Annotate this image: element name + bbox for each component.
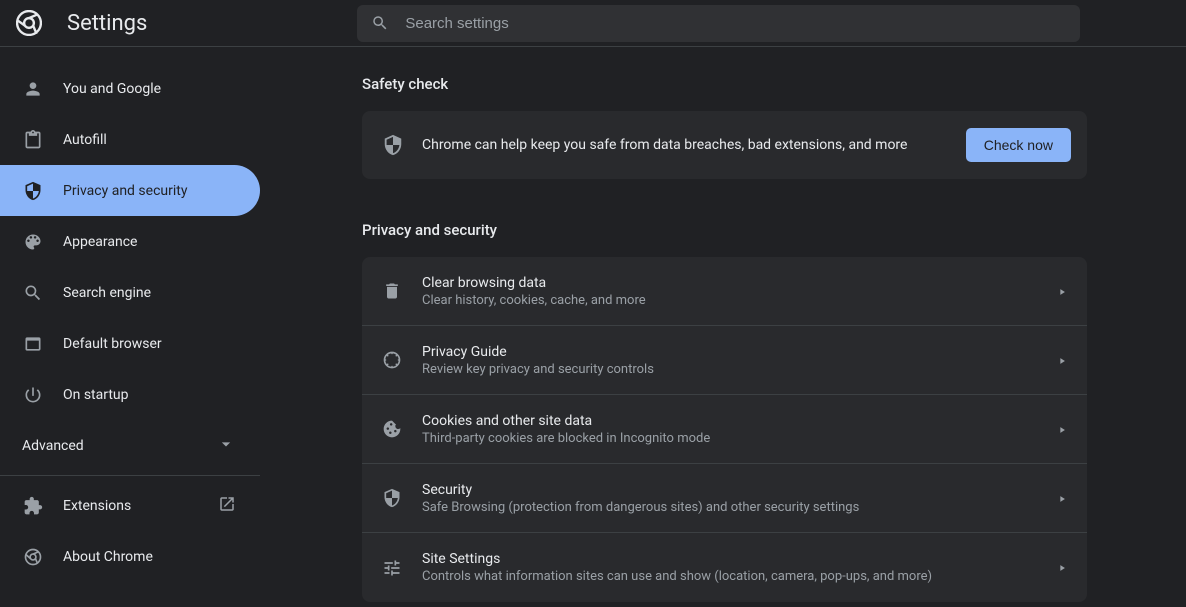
browser-icon <box>23 334 63 354</box>
cookie-icon <box>382 419 422 439</box>
chevron-right-icon <box>1057 351 1067 370</box>
sidebar-item-appearance[interactable]: Appearance <box>0 216 260 267</box>
advanced-label: Advanced <box>22 438 84 454</box>
privacy-security-title: Privacy and security <box>362 221 1186 239</box>
chevron-right-icon <box>1057 558 1067 577</box>
safety-check-card: Chrome can help keep you safe from data … <box>362 111 1087 179</box>
row-security[interactable]: Security Safe Browsing (protection from … <box>362 464 1087 533</box>
row-title: Security <box>422 482 1057 498</box>
row-title: Clear browsing data <box>422 275 1057 291</box>
sidebar-item-label: About Chrome <box>63 549 153 565</box>
row-subtitle: Controls what information sites can use … <box>422 569 1057 584</box>
sidebar-divider <box>0 475 260 476</box>
sidebar-item-label: Search engine <box>63 285 151 301</box>
row-subtitle: Safe Browsing (protection from dangerous… <box>422 500 1057 515</box>
safety-check-text: Chrome can help keep you safe from data … <box>422 137 966 153</box>
extension-icon <box>23 496 63 516</box>
sidebar-item-label: On startup <box>63 387 129 403</box>
sidebar-item-autofill[interactable]: Autofill <box>0 114 260 165</box>
sidebar: You and Google Autofill Privacy and secu… <box>0 47 260 607</box>
trash-icon <box>382 281 422 301</box>
sidebar-item-label: You and Google <box>63 81 161 97</box>
chevron-right-icon <box>1057 489 1067 508</box>
search-icon <box>371 14 389 32</box>
row-title: Privacy Guide <box>422 344 1057 360</box>
chevron-right-icon <box>1057 282 1067 301</box>
sidebar-item-label: Privacy and security <box>63 183 187 199</box>
chrome-icon <box>23 547 63 567</box>
sidebar-advanced-toggle[interactable]: Advanced <box>0 420 260 471</box>
main-content: Safety check Chrome can help keep you sa… <box>260 47 1186 607</box>
search-icon <box>23 283 63 303</box>
sidebar-item-privacy-security[interactable]: Privacy and security <box>0 165 260 216</box>
open-in-new-icon <box>218 495 236 517</box>
row-subtitle: Third-party cookies are blocked in Incog… <box>422 431 1057 446</box>
row-title: Site Settings <box>422 551 1057 567</box>
power-icon <box>23 385 63 405</box>
sidebar-item-label: Autofill <box>63 132 107 148</box>
page-title: Settings <box>67 11 147 36</box>
tune-icon <box>382 558 422 578</box>
sidebar-item-label: Default browser <box>63 336 162 352</box>
sidebar-item-extensions[interactable]: Extensions <box>0 480 260 531</box>
search-settings[interactable] <box>357 5 1080 42</box>
safety-shield-icon <box>382 134 422 156</box>
check-now-button[interactable]: Check now <box>966 128 1071 162</box>
privacy-settings-list: Clear browsing data Clear history, cooki… <box>362 257 1087 602</box>
sidebar-item-label: Extensions <box>63 498 131 514</box>
palette-icon <box>23 232 63 252</box>
chevron-right-icon <box>1057 420 1067 439</box>
app-header: Settings <box>0 0 1186 47</box>
sidebar-item-you-and-google[interactable]: You and Google <box>0 63 260 114</box>
row-site-settings[interactable]: Site Settings Controls what information … <box>362 533 1087 602</box>
sidebar-item-search-engine[interactable]: Search engine <box>0 267 260 318</box>
row-title: Cookies and other site data <box>422 413 1057 429</box>
clipboard-icon <box>23 130 63 150</box>
sidebar-item-on-startup[interactable]: On startup <box>0 369 260 420</box>
safety-check-title: Safety check <box>362 75 1186 93</box>
security-shield-icon <box>382 488 422 508</box>
row-privacy-guide[interactable]: Privacy Guide Review key privacy and sec… <box>362 326 1087 395</box>
person-icon <box>23 79 63 99</box>
chevron-down-icon <box>216 434 236 458</box>
search-input[interactable] <box>405 15 1066 32</box>
row-subtitle: Review key privacy and security controls <box>422 362 1057 377</box>
row-subtitle: Clear history, cookies, cache, and more <box>422 293 1057 308</box>
row-cookies[interactable]: Cookies and other site data Third-party … <box>362 395 1087 464</box>
sidebar-item-default-browser[interactable]: Default browser <box>0 318 260 369</box>
compass-icon <box>382 350 422 370</box>
chrome-logo-icon <box>16 10 46 36</box>
row-clear-browsing-data[interactable]: Clear browsing data Clear history, cooki… <box>362 257 1087 326</box>
sidebar-item-about-chrome[interactable]: About Chrome <box>0 531 260 582</box>
shield-icon <box>23 181 63 201</box>
sidebar-item-label: Appearance <box>63 234 137 250</box>
